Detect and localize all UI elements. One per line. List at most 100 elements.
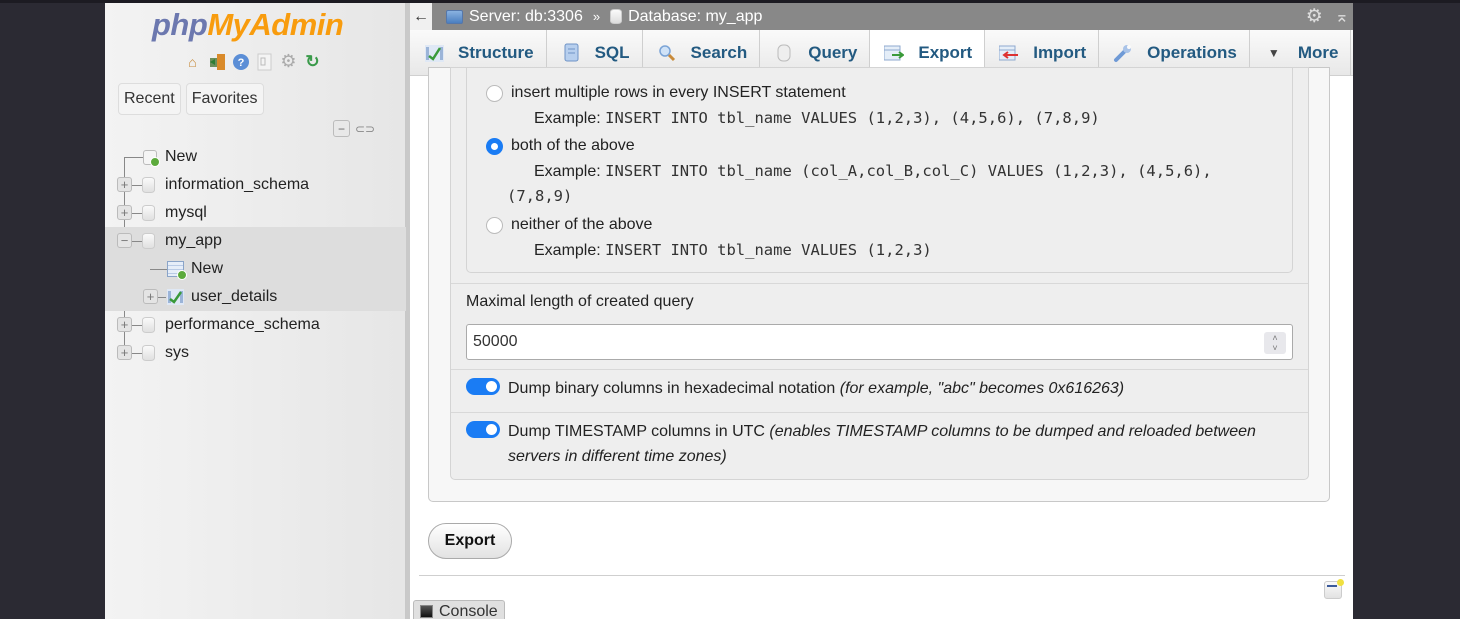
phpmyadmin-app: phpMyAdmin ⌂ ? ⚙ ↻ Recent Favorites − ⊂⊃…: [105, 3, 1353, 619]
expand-icon[interactable]: +: [117, 317, 132, 332]
expand-icon[interactable]: +: [143, 289, 158, 304]
tab-label: Search: [690, 43, 748, 62]
tree-item-my-app[interactable]: − my_app: [105, 227, 406, 255]
tree-item-label[interactable]: New: [191, 260, 223, 278]
tree-item-label[interactable]: New: [165, 148, 197, 166]
insert-multiple-rows-example: Example: INSERT INTO tbl_name VALUES (1,…: [534, 109, 1100, 128]
expand-icon[interactable]: +: [117, 205, 132, 220]
neither-of-above-radio[interactable]: [486, 216, 503, 234]
help-icon[interactable]: ?: [231, 52, 250, 71]
recent-tab[interactable]: Recent: [118, 83, 181, 115]
tree-connector: [132, 325, 142, 326]
docs-icon[interactable]: [255, 52, 274, 71]
export-button[interactable]: Export: [428, 523, 512, 559]
database-icon: [142, 177, 155, 193]
option-label[interactable]: insert multiple rows in every INSERT sta…: [511, 84, 846, 102]
console-toggle[interactable]: Console: [413, 600, 505, 619]
console-icon: [420, 605, 433, 618]
horizontal-rule: [419, 575, 1345, 576]
insert-multiple-rows-option[interactable]: insert multiple rows in every INSERT sta…: [486, 84, 846, 102]
divider: [451, 283, 1308, 284]
tree-connector: [132, 353, 142, 354]
server-icon: [446, 9, 463, 24]
hex-binary-label[interactable]: Dump binary columns in hexadecimal notat…: [508, 376, 1124, 401]
operations-icon: [1113, 44, 1133, 63]
tree-item-label[interactable]: mysql: [165, 204, 207, 222]
tree-item-performance-schema[interactable]: + performance_schema: [105, 311, 406, 339]
tree-item-label[interactable]: my_app: [165, 232, 222, 250]
neither-of-above-option[interactable]: neither of the above: [486, 216, 652, 234]
example-label: Example:: [534, 242, 601, 259]
breadcrumb-database[interactable]: Database: my_app: [610, 8, 762, 26]
collapse-top-icon[interactable]: ⌅: [1335, 7, 1349, 27]
import-icon: [999, 44, 1019, 63]
database-tree: New + information_schema + mysql − my_ap…: [105, 143, 406, 367]
main-panel: ← Server: db:3306 » Database: my_app ⚙ ⌅…: [410, 3, 1353, 619]
collapse-all-icon[interactable]: −: [333, 120, 350, 137]
tree-connector: [150, 269, 168, 270]
tab-label: SQL: [594, 43, 630, 62]
breadcrumb-server[interactable]: Server: db:3306: [446, 8, 583, 26]
settings-icon[interactable]: ⚙: [279, 51, 298, 71]
collapse-icon[interactable]: −: [117, 233, 132, 248]
max-query-length-label: Maximal length of created query: [466, 293, 694, 310]
tree-item-new-database[interactable]: New: [105, 143, 406, 171]
utc-timestamp-toggle[interactable]: [466, 421, 500, 438]
option-label[interactable]: neither of the above: [511, 216, 652, 234]
tree-item-label[interactable]: sys: [165, 344, 189, 362]
option-label[interactable]: both of the above: [511, 137, 635, 155]
utc-timestamp-option[interactable]: Dump TIMESTAMP columns in UTC (enables T…: [466, 419, 1293, 469]
hex-binary-option[interactable]: Dump binary columns in hexadecimal notat…: [466, 376, 1124, 401]
header-controls: ⚙ ⌅: [1306, 3, 1353, 30]
tree-item-new-table[interactable]: New: [105, 255, 406, 283]
tab-label: Structure: [458, 43, 534, 62]
example-code-continued: (7,8,9): [507, 187, 573, 205]
server-label[interactable]: Server: db:3306: [469, 8, 583, 26]
reload-icon[interactable]: ↻: [303, 52, 322, 71]
both-of-above-option[interactable]: both of the above: [486, 137, 635, 155]
back-arrow-icon[interactable]: ←: [410, 3, 432, 30]
tab-label: Query: [808, 43, 858, 62]
tree-item-label[interactable]: performance_schema: [165, 316, 320, 334]
tree-item-information-schema[interactable]: + information_schema: [105, 171, 406, 199]
expand-icon[interactable]: +: [117, 345, 132, 360]
database-label[interactable]: Database: my_app: [628, 8, 762, 26]
max-query-length-input[interactable]: 50000 ˄ ˅: [466, 324, 1293, 360]
database-icon: [142, 317, 155, 333]
tab-label: Operations: [1147, 43, 1237, 62]
max-query-length-value: 50000: [473, 333, 518, 350]
tree-item-label[interactable]: information_schema: [165, 176, 309, 194]
both-of-above-radio[interactable]: [486, 137, 503, 155]
structure-icon: [424, 44, 444, 63]
breadcrumb-bar: ← Server: db:3306 » Database: my_app ⚙ ⌅: [410, 3, 1353, 30]
settings-gear-icon[interactable]: ⚙: [1306, 5, 1323, 28]
utc-timestamp-label[interactable]: Dump TIMESTAMP columns in UTC (enables T…: [508, 419, 1256, 469]
tab-label: Import: [1033, 43, 1087, 62]
recent-favorites-tabs: Recent Favorites: [118, 83, 264, 115]
export-options-content: insert multiple rows in every INSERT sta…: [410, 67, 1353, 619]
link-with-main-icon[interactable]: ⊂⊃: [355, 122, 375, 136]
tab-label: More: [1297, 43, 1339, 62]
insert-multiple-rows-radio[interactable]: [486, 84, 503, 102]
search-icon: [657, 44, 677, 63]
page-settings-icon[interactable]: [1324, 579, 1344, 599]
breadcrumb-separator: »: [592, 9, 601, 24]
favorites-tab[interactable]: Favorites: [185, 83, 264, 115]
example-label: Example:: [534, 163, 601, 180]
tree-connector: [132, 241, 142, 242]
phpmyadmin-logo[interactable]: phpMyAdmin: [152, 7, 344, 43]
logout-icon[interactable]: [207, 52, 226, 71]
home-icon[interactable]: ⌂: [183, 52, 202, 71]
new-table-icon: [167, 261, 187, 280]
hex-binary-toggle[interactable]: [466, 378, 500, 395]
expand-icon[interactable]: +: [117, 177, 132, 192]
tree-item-user-details[interactable]: + user_details: [105, 283, 406, 311]
tree-item-sys[interactable]: + sys: [105, 339, 406, 367]
console-label: Console: [439, 602, 498, 619]
example-label: Example:: [534, 110, 601, 127]
number-spinner[interactable]: ˄ ˅: [1264, 332, 1286, 354]
tree-item-mysql[interactable]: + mysql: [105, 199, 406, 227]
tree-item-label[interactable]: user_details: [191, 288, 277, 306]
logo-php: php: [152, 7, 208, 42]
neither-of-above-example: Example: INSERT INTO tbl_name VALUES (1,…: [534, 241, 932, 260]
